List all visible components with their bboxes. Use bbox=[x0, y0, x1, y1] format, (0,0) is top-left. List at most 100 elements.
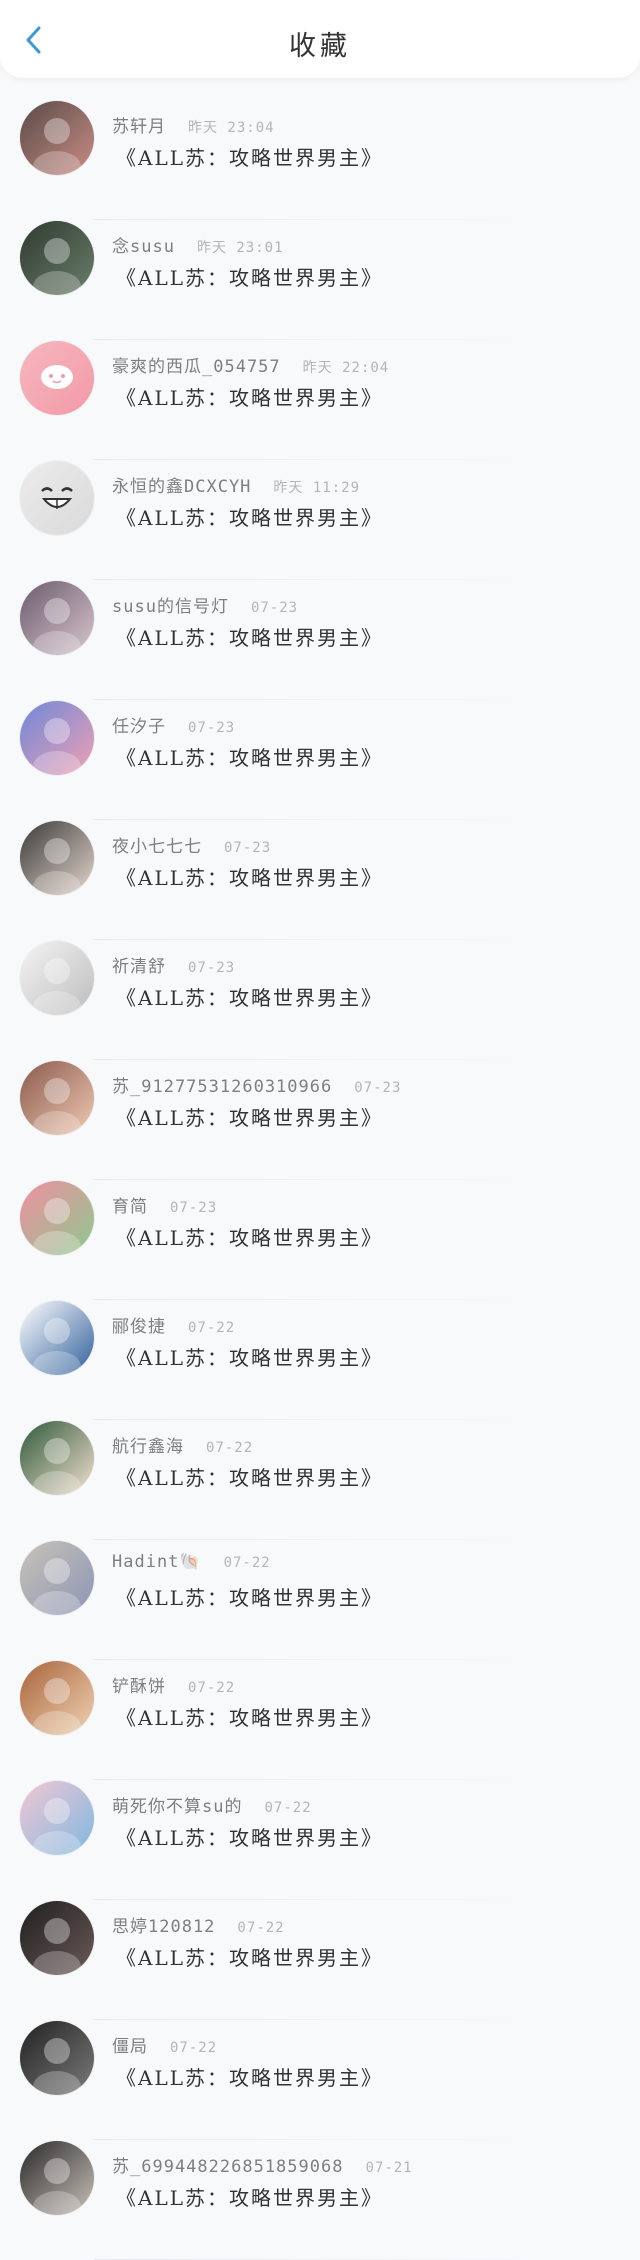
avatar-photo-icon[interactable] bbox=[20, 1301, 94, 1375]
timestamp: 07-23 bbox=[188, 720, 236, 736]
book-title[interactable]: 《ALL苏：攻略世界男主》 bbox=[116, 1102, 383, 1131]
book-title[interactable]: 《ALL苏：攻略世界男主》 bbox=[116, 502, 383, 531]
smile-face-icon[interactable] bbox=[20, 461, 94, 535]
avatar-photo-icon[interactable] bbox=[20, 221, 94, 295]
item-meta: 豪爽的西瓜_054757 昨天 22:04 bbox=[112, 352, 389, 377]
timestamp: 昨天 23:01 bbox=[196, 240, 284, 256]
list-item[interactable]: 永恒的鑫DCXCYH 昨天 11:29 《ALL苏：攻略世界男主》 bbox=[0, 460, 640, 580]
timestamp: 07-23 bbox=[250, 600, 299, 616]
item-meta: 夜小七七七 07-23 bbox=[112, 832, 271, 857]
list-item[interactable]: susu的信号灯 07-23 《ALL苏：攻略世界男主》 bbox=[0, 580, 640, 700]
avatar-photo-icon[interactable] bbox=[20, 101, 94, 175]
book-title[interactable]: 《ALL苏：攻略世界男主》 bbox=[116, 1222, 383, 1251]
user-name[interactable]: 育简 bbox=[112, 1197, 148, 1217]
list-item[interactable]: 萌死你不算su的 07-22 《ALL苏：攻略世界男主》 bbox=[0, 1780, 640, 1900]
book-title[interactable]: 《ALL苏：攻略世界男主》 bbox=[116, 622, 383, 651]
list-item[interactable]: 念susu 昨天 23:01 《ALL苏：攻略世界男主》 bbox=[0, 220, 640, 340]
user-name[interactable]: 祈清舒 bbox=[112, 957, 166, 977]
avatar-photo-icon[interactable] bbox=[20, 2141, 94, 2215]
timestamp: 07-23 bbox=[170, 1200, 218, 1216]
list-item[interactable]: 夜小七七七 07-23 《ALL苏：攻略世界男主》 bbox=[0, 820, 640, 940]
avatar-photo-icon[interactable] bbox=[20, 941, 94, 1015]
timestamp: 07-22 bbox=[237, 1920, 285, 1936]
user-name[interactable]: 郦俊捷 bbox=[112, 1317, 166, 1337]
user-name[interactable]: 永恒的鑫DCXCYH bbox=[112, 477, 251, 497]
avatar-photo-icon[interactable] bbox=[20, 581, 94, 655]
book-title[interactable]: 《ALL苏：攻略世界男主》 bbox=[116, 1942, 383, 1971]
item-meta: 思婷120812 07-22 bbox=[112, 1912, 285, 1937]
default-avatar-icon[interactable] bbox=[20, 341, 94, 415]
book-title[interactable]: 《ALL苏：攻略世界男主》 bbox=[116, 982, 383, 1011]
user-name[interactable]: 苏_91277531260310966 bbox=[112, 1077, 332, 1097]
avatar-photo-icon[interactable] bbox=[20, 1541, 94, 1615]
item-meta: 萌死你不算su的 07-22 bbox=[112, 1792, 312, 1817]
timestamp: 07-22 bbox=[188, 1320, 236, 1336]
avatar-photo-icon[interactable] bbox=[20, 1781, 94, 1855]
book-title[interactable]: 《ALL苏：攻略世界男主》 bbox=[116, 1462, 383, 1491]
timestamp: 07-23 bbox=[188, 960, 236, 976]
list-item[interactable]: 苏_699448226851859068 07-21 《ALL苏：攻略世界男主》 bbox=[0, 2140, 640, 2260]
user-name[interactable]: 苏_699448226851859068 bbox=[112, 2157, 343, 2177]
timestamp: 07-23 bbox=[224, 840, 272, 856]
timestamp: 昨天 22:04 bbox=[302, 360, 390, 376]
book-title[interactable]: 《ALL苏：攻略世界男主》 bbox=[116, 742, 383, 771]
book-title[interactable]: 《ALL苏：攻略世界男主》 bbox=[116, 1702, 383, 1731]
avatar-photo-icon[interactable] bbox=[20, 1061, 94, 1135]
book-title[interactable]: 《ALL苏：攻略世界男主》 bbox=[116, 1822, 383, 1851]
favorites-page: 收藏 苏轩月 昨天 23:04 《ALL苏：攻略世界男主》 念susu 昨天 23:01… bbox=[0, 0, 640, 2260]
avatar-photo-icon[interactable] bbox=[20, 821, 94, 895]
user-name[interactable]: 航行鑫海 bbox=[112, 1437, 184, 1457]
user-name[interactable]: Hadint🐚 bbox=[112, 1552, 202, 1572]
item-meta: 苏轩月 昨天 23:04 bbox=[112, 112, 275, 137]
item-meta: 任汐子 07-23 bbox=[112, 712, 235, 737]
list-item[interactable]: 铲酥饼 07-22 《ALL苏：攻略世界男主》 bbox=[0, 1660, 640, 1780]
avatar-photo-icon[interactable] bbox=[20, 1181, 94, 1255]
item-meta: 郦俊捷 07-22 bbox=[112, 1312, 235, 1337]
item-meta: 苏_91277531260310966 07-23 bbox=[112, 1072, 401, 1097]
user-name[interactable]: 豪爽的西瓜_054757 bbox=[112, 357, 281, 377]
list-item[interactable]: 任汐子 07-23 《ALL苏：攻略世界男主》 bbox=[0, 700, 640, 820]
list-item[interactable]: 育简 07-23 《ALL苏：攻略世界男主》 bbox=[0, 1180, 640, 1300]
book-title[interactable]: 《ALL苏：攻略世界男主》 bbox=[116, 2182, 383, 2211]
avatar-photo-icon[interactable] bbox=[20, 1421, 94, 1495]
list-item[interactable]: 思婷120812 07-22 《ALL苏：攻略世界男主》 bbox=[0, 1900, 640, 2020]
user-name[interactable]: susu的信号灯 bbox=[112, 597, 229, 617]
list-item[interactable]: 豪爽的西瓜_054757 昨天 22:04 《ALL苏：攻略世界男主》 bbox=[0, 340, 640, 460]
user-name[interactable]: 铲酥饼 bbox=[112, 1677, 166, 1697]
item-meta: 航行鑫海 07-22 bbox=[112, 1432, 253, 1457]
book-title[interactable]: 《ALL苏：攻略世界男主》 bbox=[116, 2062, 383, 2091]
list-item[interactable]: 祈清舒 07-23 《ALL苏：攻略世界男主》 bbox=[0, 940, 640, 1060]
book-title[interactable]: 《ALL苏：攻略世界男主》 bbox=[116, 862, 383, 891]
user-name[interactable]: 夜小七七七 bbox=[112, 837, 202, 857]
list-item[interactable]: 苏_91277531260310966 07-23 《ALL苏：攻略世界男主》 bbox=[0, 1060, 640, 1180]
user-name[interactable]: 僵局 bbox=[112, 2037, 148, 2057]
book-title[interactable]: 《ALL苏：攻略世界男主》 bbox=[116, 382, 383, 411]
list-item[interactable]: 航行鑫海 07-22 《ALL苏：攻略世界男主》 bbox=[0, 1420, 640, 1540]
book-title[interactable]: 《ALL苏：攻略世界男主》 bbox=[116, 262, 383, 291]
list-item[interactable]: 僵局 07-22 《ALL苏：攻略世界男主》 bbox=[0, 2020, 640, 2140]
timestamp: 07-21 bbox=[365, 2160, 413, 2176]
list-item[interactable]: Hadint🐚 07-22 《ALL苏：攻略世界男主》 bbox=[0, 1540, 640, 1660]
user-name[interactable]: 念susu bbox=[112, 237, 175, 257]
avatar-photo-icon[interactable] bbox=[20, 701, 94, 775]
timestamp: 07-22 bbox=[188, 1680, 236, 1696]
avatar-photo-icon[interactable] bbox=[20, 2021, 94, 2095]
page-title: 收藏 bbox=[289, 31, 351, 62]
list-item[interactable]: 郦俊捷 07-22 《ALL苏：攻略世界男主》 bbox=[0, 1300, 640, 1420]
item-meta: 育简 07-23 bbox=[112, 1192, 217, 1217]
user-name[interactable]: 苏轩月 bbox=[112, 117, 166, 137]
user-name[interactable]: 思婷120812 bbox=[112, 1917, 215, 1937]
user-name[interactable]: 任汐子 bbox=[112, 717, 166, 737]
timestamp: 07-22 bbox=[223, 1555, 271, 1571]
list-item[interactable]: 苏轩月 昨天 23:04 《ALL苏：攻略世界男主》 bbox=[0, 100, 640, 220]
book-title[interactable]: 《ALL苏：攻略世界男主》 bbox=[116, 142, 383, 171]
timestamp: 昨天 11:29 bbox=[273, 480, 360, 496]
book-title[interactable]: 《ALL苏：攻略世界男主》 bbox=[116, 1342, 383, 1371]
timestamp: 07-22 bbox=[264, 1800, 312, 1816]
avatar-photo-icon[interactable] bbox=[20, 1901, 94, 1975]
user-name[interactable]: 萌死你不算su的 bbox=[112, 1797, 242, 1817]
item-meta: Hadint🐚 07-22 bbox=[112, 1552, 271, 1572]
timestamp: 昨天 23:04 bbox=[188, 120, 275, 136]
avatar-photo-icon[interactable] bbox=[20, 1661, 94, 1735]
book-title[interactable]: 《ALL苏：攻略世界男主》 bbox=[116, 1582, 383, 1611]
